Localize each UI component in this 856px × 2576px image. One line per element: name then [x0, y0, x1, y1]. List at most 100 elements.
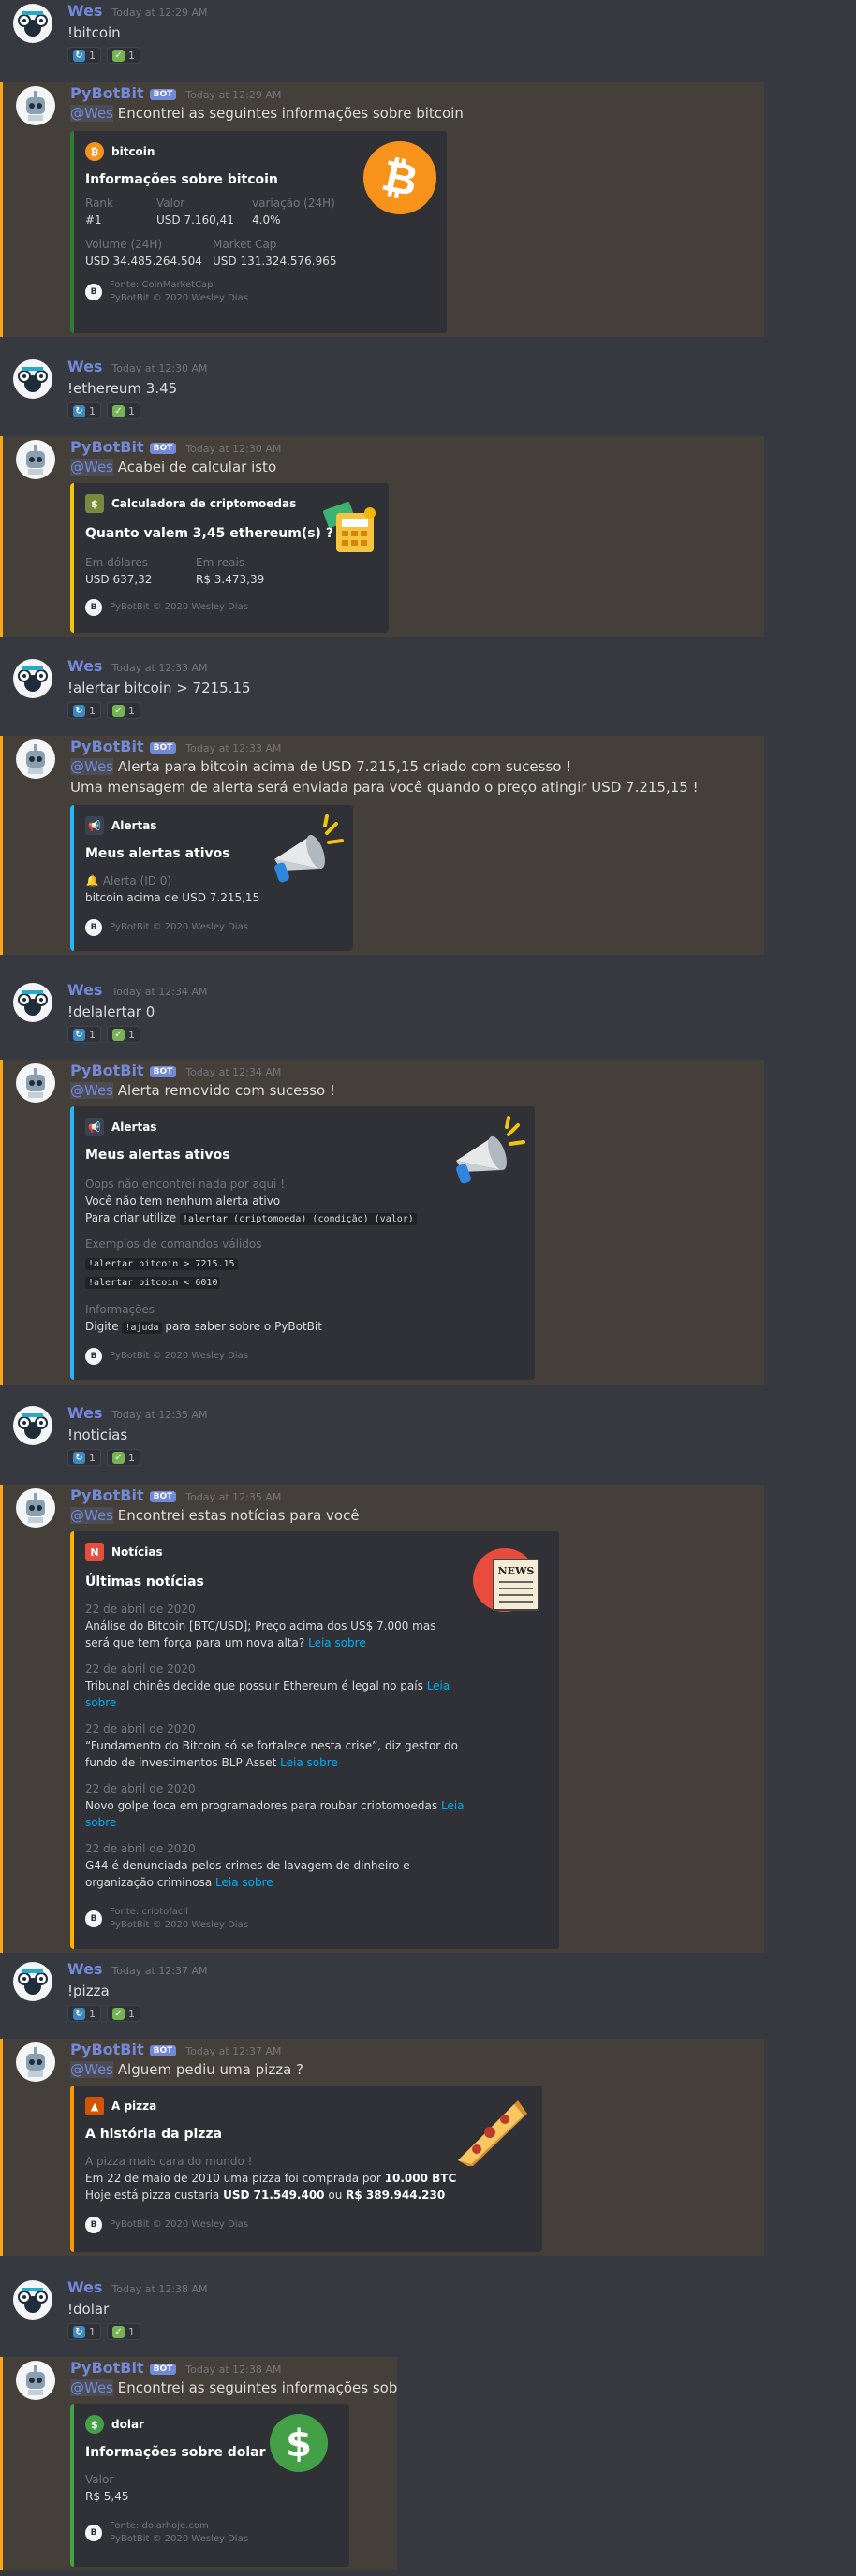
timestamp: Today at 12:33 AM: [185, 742, 282, 754]
news-date: 22 de abril de 2020: [85, 1842, 196, 1855]
field-name: Volume (24H): [85, 238, 163, 251]
read-more-link[interactable]: Leia: [427, 1679, 450, 1692]
field-name: Market Cap: [213, 238, 277, 251]
message-user: Wes Today at 12:34 AM !delalertar 0 ↻ 1 ✓ 1: [0, 979, 856, 1054]
inline-code: !alertar bitcoin > 7215.15: [85, 1258, 238, 1270]
username[interactable]: Wes: [67, 2278, 102, 2296]
bot-avatar[interactable]: [16, 86, 55, 125]
embed-pizza: ▲ A pizza A história da pizza A pizza mai…: [70, 2086, 542, 2252]
news-date: 22 de abril de 2020: [85, 1782, 196, 1795]
reaction-check[interactable]: ✓ 1: [107, 1449, 140, 1466]
bot-tag: BOT: [149, 742, 177, 754]
field-name: Valor: [156, 197, 185, 210]
bitcoin-logo-icon: ₿: [362, 140, 437, 219]
message-text: !noticias: [67, 1427, 128, 1443]
news-date: 22 de abril de 2020: [85, 1662, 196, 1676]
read-more-link[interactable]: Leia sobre: [308, 1636, 366, 1649]
username[interactable]: Wes: [67, 358, 102, 375]
read-more-link[interactable]: sobre: [85, 1694, 450, 1711]
username[interactable]: Wes: [67, 981, 102, 999]
user-avatar[interactable]: [13, 659, 52, 698]
bot-avatar[interactable]: [16, 1488, 55, 1528]
arrows-counterclockwise-icon: ↻: [73, 1028, 85, 1041]
reaction-check[interactable]: ✓ 1: [107, 2323, 140, 2340]
bot-tag: BOT: [149, 89, 177, 100]
user-mention[interactable]: @Wes: [70, 2379, 113, 2396]
user-mention[interactable]: @Wes: [70, 2061, 113, 2078]
bot-avatar[interactable]: [16, 739, 55, 779]
white-check-mark-icon: ✓: [112, 2007, 125, 2020]
username[interactable]: Wes: [67, 1404, 102, 1422]
user-mention[interactable]: @Wes: [70, 1507, 113, 1524]
news-item: Análise do Bitcoin [BTC/USD]; Preço acim…: [85, 1619, 436, 1649]
bot-username[interactable]: PyBotBit: [70, 84, 144, 102]
field-name: Valor: [85, 2473, 114, 2486]
embed-author: Alertas: [111, 1120, 157, 1134]
reaction-sync[interactable]: ↻ 1: [67, 2323, 101, 2340]
reaction-check[interactable]: ✓ 1: [107, 702, 140, 719]
read-more-link[interactable]: Leia: [441, 1799, 465, 1812]
user-avatar[interactable]: [13, 2280, 52, 2320]
bot-username[interactable]: PyBotBit: [70, 2041, 144, 2058]
user-mention[interactable]: @Wes: [70, 105, 113, 122]
bot-username[interactable]: PyBotBit: [70, 738, 144, 755]
embed-news: N Notícias Últimas notícias NEWS 22 de ab…: [70, 1531, 559, 1949]
user-avatar[interactable]: [13, 359, 52, 399]
reaction-check[interactable]: ✓ 1: [107, 47, 140, 64]
field-name: Em dólares: [85, 556, 149, 569]
field-name: variação (24H): [252, 197, 335, 210]
svg-text:NEWS: NEWS: [498, 1565, 535, 1577]
embed-title: Meus alertas ativos: [85, 846, 230, 861]
read-more-link[interactable]: sobre: [85, 1814, 465, 1831]
embed-bitcoin: ₿ bitcoin Informações sobre bitcoin ₿ Ran…: [70, 131, 447, 333]
message-bot: PyBotBit BOT Today at 12:29 AM @Wes Encont…: [0, 82, 764, 337]
username[interactable]: Wes: [67, 1960, 102, 1978]
username[interactable]: Wes: [67, 2, 102, 20]
bot-username[interactable]: PyBotBit: [70, 1486, 144, 1504]
user-avatar[interactable]: [13, 1406, 52, 1445]
bot-username[interactable]: PyBotBit: [70, 1061, 144, 1079]
footer-icon: B: [85, 599, 102, 616]
field-value: bitcoin acima de USD 7.215,15: [85, 891, 260, 904]
reaction-check[interactable]: ✓ 1: [107, 1026, 140, 1043]
username[interactable]: Wes: [67, 657, 102, 675]
bot-avatar[interactable]: [16, 1063, 55, 1103]
inline-code: !alertar (criptomoeda) (condição) (valor…: [179, 1213, 417, 1225]
read-more-link[interactable]: Leia sobre: [215, 1876, 273, 1889]
bot-avatar[interactable]: [16, 2361, 55, 2400]
bell-icon: 🔔: [85, 874, 99, 887]
timestamp: Today at 12:35 AM: [111, 1409, 208, 1421]
user-avatar[interactable]: [13, 983, 52, 1022]
user-mention[interactable]: @Wes: [70, 1082, 113, 1099]
bot-avatar[interactable]: [16, 440, 55, 479]
bot-tag: BOT: [149, 1491, 177, 1502]
news-item: Tribunal chinês decide que possuir Ether…: [85, 1679, 450, 1711]
user-mention[interactable]: @Wes: [70, 758, 113, 775]
reaction-sync[interactable]: ↻ 1: [67, 1449, 101, 1466]
reaction-sync[interactable]: ↻ 1: [67, 402, 101, 419]
arrows-counterclockwise-icon: ↻: [73, 2007, 85, 2020]
message-text: !pizza: [67, 1983, 110, 1999]
reaction-sync[interactable]: ↻ 1: [67, 47, 101, 64]
footer-icon: B: [85, 1348, 102, 1365]
footer-icon: B: [85, 284, 102, 300]
reaction-sync[interactable]: ↻ 1: [67, 1026, 101, 1043]
arrows-counterclockwise-icon: ↻: [73, 2325, 85, 2338]
white-check-mark-icon: ✓: [112, 704, 125, 717]
reaction-sync[interactable]: ↻ 1: [67, 702, 101, 719]
read-more-link[interactable]: Leia sobre: [280, 1756, 338, 1769]
user-avatar[interactable]: [13, 1962, 52, 2001]
footer-source: Fonte: criptofacil: [110, 1907, 188, 1917]
reaction-check[interactable]: ✓ 1: [107, 402, 140, 419]
user-mention[interactable]: @Wes: [70, 459, 113, 476]
reaction-check[interactable]: ✓ 1: [107, 2005, 140, 2022]
news-item: “Fundamento do Bitcoin só se fortalece n…: [85, 1739, 459, 1769]
bot-username[interactable]: PyBotBit: [70, 2359, 144, 2377]
user-avatar[interactable]: [13, 4, 52, 43]
embed-author: Calculadora de criptomoedas: [111, 497, 297, 510]
bot-avatar[interactable]: [16, 2042, 55, 2082]
reaction-sync[interactable]: ↻ 1: [67, 2005, 101, 2022]
megaphone-icon: 📢: [85, 816, 104, 835]
bot-username[interactable]: PyBotBit: [70, 438, 144, 456]
embed-author: bitcoin: [111, 145, 155, 158]
